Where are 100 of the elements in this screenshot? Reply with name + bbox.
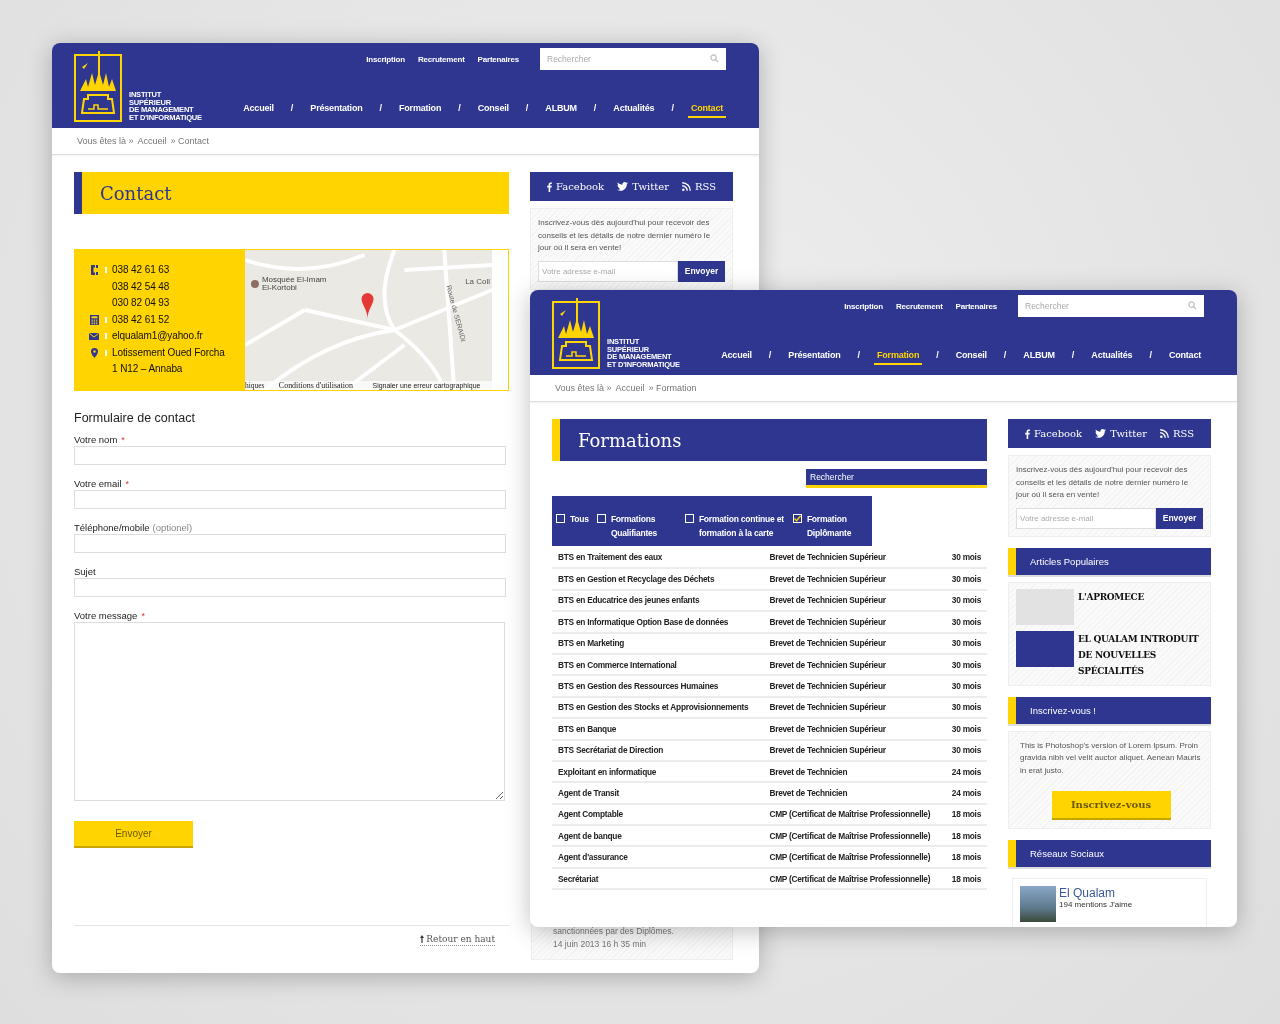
nav-separator: / xyxy=(1149,350,1152,362)
table-cell: Secrétariat xyxy=(552,867,764,890)
map-terms-link[interactable]: Conditions d'utilisation xyxy=(278,381,353,390)
contact-text: elqualam1@yahoo.fr xyxy=(112,329,203,343)
nav-link[interactable]: Présentation xyxy=(785,350,844,365)
social-link[interactable]: Twitter xyxy=(617,181,669,192)
facebook-icon xyxy=(546,181,552,192)
top-link[interactable]: Partenaires xyxy=(955,301,997,311)
breadcrumb-text: » Formation xyxy=(648,383,697,393)
table-cell: BTS Secrétariat de Direction xyxy=(552,739,764,761)
subscribe-button[interactable]: Envoyer xyxy=(1156,507,1203,529)
contact-text: 038 42 61 63 xyxy=(112,263,170,277)
social-link[interactable]: Twitter xyxy=(1095,428,1147,439)
page-title: Contact xyxy=(74,172,509,214)
table-cell: Brevet de Technicien Supérieur xyxy=(763,718,944,740)
top-link[interactable]: Inscription xyxy=(844,301,883,311)
breadcrumb-link[interactable]: Accueil xyxy=(137,136,167,146)
table-cell: Brevet de Technicien Supérieur xyxy=(763,547,944,569)
submit-button[interactable]: Envoyer xyxy=(74,821,193,848)
table-cell: 30 mois xyxy=(944,589,987,612)
input-field[interactable] xyxy=(74,446,506,465)
article-link[interactable]: L'APROMECE xyxy=(1016,588,1203,625)
newsletter-text: Inscrivez-vous dès aujourd'hui pour recevoir des conseils et les détails de notre dernier numéro le jour où il sera en vente! xyxy=(538,217,712,254)
nav-link[interactable]: ALBUM xyxy=(1020,350,1058,365)
search-field[interactable]: Rechercher xyxy=(1018,295,1204,317)
social-link[interactable]: Facebook xyxy=(1024,428,1083,439)
thumbnail-placeholder xyxy=(1016,588,1074,625)
table-cell: 30 mois xyxy=(944,696,987,719)
widget-title: Inscrivez-vous ! xyxy=(1008,696,1211,724)
post-excerpt: sanctionnées par des Diplômes. xyxy=(553,925,675,938)
checkbox[interactable] xyxy=(792,514,802,523)
table-cell: Brevet de Technicien Supérieur xyxy=(763,675,944,697)
contact-text: Lotissement Oued Forcha xyxy=(112,345,225,360)
breadcrumb-link[interactable]: Accueil xyxy=(615,383,645,393)
thumbnail-placeholder xyxy=(1016,630,1074,667)
email-field[interactable]: Votre adresse e-mail xyxy=(1016,507,1156,529)
social-link[interactable]: RSS xyxy=(1160,428,1195,439)
nav-link[interactable]: Accueil xyxy=(718,350,755,365)
nav-link[interactable]: Formation xyxy=(396,103,445,118)
nav-link[interactable]: Accueil xyxy=(240,103,277,118)
signup-button[interactable]: Inscrivez-vous xyxy=(1051,791,1171,820)
table-cell: Brevet de Technicien Supérieur xyxy=(763,739,944,761)
table-cell: BTS en Gestion et Recyclage des Déchets xyxy=(552,568,764,590)
breadcrumb-text: Vous êtes là » xyxy=(77,136,134,146)
subscribe-button[interactable]: Envoyer xyxy=(678,260,725,282)
table-cell: BTS en Commerce International xyxy=(552,653,764,676)
map-label: La Coll xyxy=(465,277,490,286)
table-cell: Agent Comptable xyxy=(552,803,764,826)
input-field[interactable] xyxy=(74,490,506,509)
nav-link[interactable]: Contact xyxy=(1165,350,1204,365)
table-cell: Brevet de Technicien Supérieur xyxy=(763,589,944,612)
nav-link[interactable]: Conseil xyxy=(952,350,990,365)
input-field[interactable] xyxy=(74,534,506,553)
nav-separator: / xyxy=(593,103,597,115)
top-link[interactable]: Partenaires xyxy=(477,54,519,64)
message-field[interactable] xyxy=(74,622,505,801)
table-cell: CMP (Certificat de Maîtrise Professionnelle) xyxy=(763,867,944,890)
newsletter-text: Inscrivez-vous dès aujourd'hui pour recevoir des conseils et les détails de notre dernier numéro le jour où il sera en vente! xyxy=(1016,464,1190,501)
table-cell: 30 mois xyxy=(944,718,987,740)
signup-text: This is Photoshop's version of Lorem Ipsum. Proin gravida nibh vel velit auctor aliquet. Aenean Mauris in erat justo. xyxy=(1020,739,1202,777)
table-cell: 30 mois xyxy=(944,653,987,676)
table-cell: Brevet de Technicien xyxy=(763,782,944,804)
post-date: 14 juin 2013 16 h 35 min xyxy=(553,938,648,951)
field-label: Votre message * xyxy=(74,610,146,621)
check-icon xyxy=(793,515,801,522)
search-field[interactable]: Rechercher xyxy=(540,48,726,70)
nav-link[interactable]: Présentation xyxy=(307,103,366,118)
top-link[interactable]: Recrutement xyxy=(417,54,465,64)
social-link[interactable]: RSS xyxy=(682,181,717,192)
table-cell: 18 mois xyxy=(944,803,987,826)
nav-link[interactable]: Formation xyxy=(874,350,923,365)
envelope-icon xyxy=(89,332,99,340)
location-pin-icon xyxy=(361,293,374,319)
filter-label: Formation continue et formation à la carte xyxy=(698,513,785,540)
nav-link[interactable]: Conseil xyxy=(474,103,512,118)
table-cell: 30 mois xyxy=(944,568,987,590)
top-link[interactable]: Recrutement xyxy=(895,301,943,311)
nav-link[interactable]: Actualités xyxy=(1088,350,1136,365)
facebook-icon xyxy=(1024,428,1030,439)
article-link[interactable]: EL QUALAM INTRODUIT DE NOUVELLES SPÉCIALITÉS xyxy=(1016,630,1203,679)
nav-separator: / xyxy=(857,350,860,362)
table-cell: BTS en Marketing xyxy=(552,632,764,654)
search-icon[interactable] xyxy=(710,54,719,63)
search-icon[interactable] xyxy=(1188,301,1197,310)
page-link[interactable]: El Qualam xyxy=(1059,886,1116,900)
nav-separator: / xyxy=(290,103,294,115)
top-link[interactable]: Inscription xyxy=(366,54,405,64)
table-cell: Exploitant en informatique xyxy=(552,760,764,783)
nav-separator: / xyxy=(1071,350,1075,362)
email-field[interactable]: Votre adresse e-mail xyxy=(538,260,678,282)
table-cell: 18 mois xyxy=(944,846,987,868)
contact-text: 038 42 61 52 xyxy=(112,312,170,327)
social-link[interactable]: Facebook xyxy=(546,181,605,192)
nav-link[interactable]: ALBUM xyxy=(542,103,580,118)
table-cell: BTS en Educatrice des jeunes enfants xyxy=(552,589,764,612)
search-button[interactable]: Rechercher xyxy=(806,469,987,488)
back-to-top-link[interactable]: Retour en haut xyxy=(420,934,495,946)
input-field[interactable] xyxy=(74,578,506,597)
nav-link[interactable]: Actualités xyxy=(610,103,658,118)
nav-link[interactable]: Contact xyxy=(687,103,726,118)
